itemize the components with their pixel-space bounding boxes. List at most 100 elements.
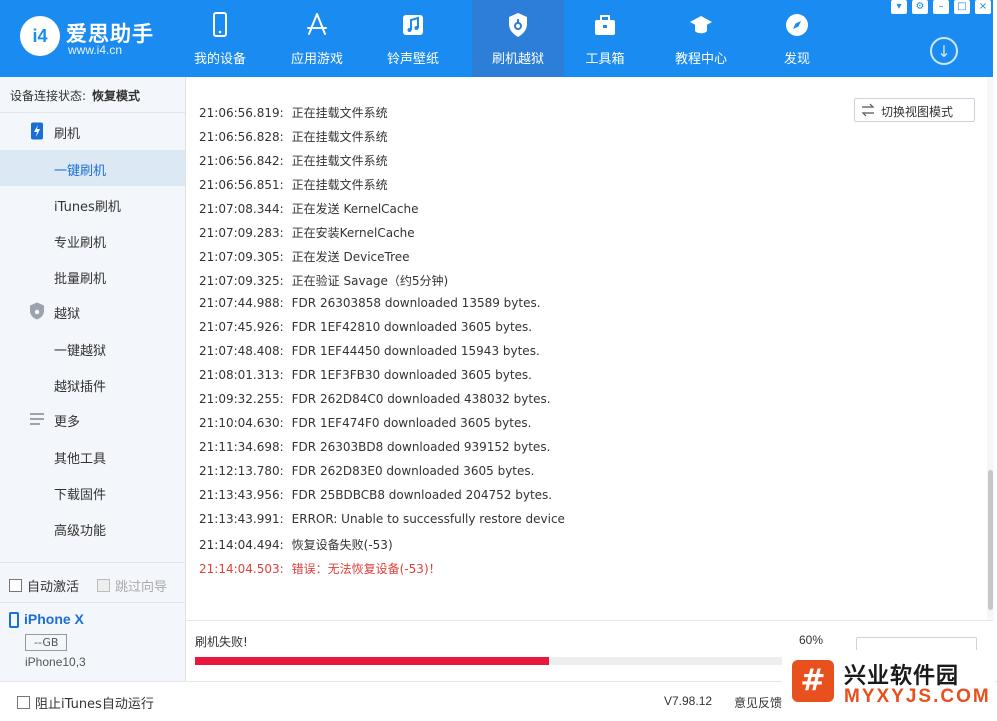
- log-message: 正在发送 DeviceTree: [291, 250, 410, 264]
- log-line: 21:13:43.956: FDR 25BDBCB8 downloaded 204…: [199, 488, 552, 502]
- sidebar-item-label: 批量刷机: [54, 272, 107, 287]
- nav-toolbox[interactable]: 工具箱: [559, 0, 651, 77]
- log-message: FDR 262D84C0 downloaded 438032 bytes.: [291, 392, 551, 406]
- connection-status-value: 恢复模式: [92, 89, 141, 103]
- nav-apps-games[interactable]: 应用游戏: [271, 0, 363, 77]
- group-label: 刷机: [54, 127, 81, 142]
- sidebar-item-advanced[interactable]: 高级功能: [0, 510, 185, 546]
- device-card[interactable]: iPhone X --GB iPhone10,3: [0, 603, 185, 681]
- nav-label: 刷机越狱: [491, 52, 544, 67]
- swap-arrows-icon: [861, 103, 875, 117]
- log-timestamp: 21:09:32.255:: [199, 392, 284, 406]
- maximize-icon[interactable]: □: [954, 0, 970, 14]
- log-line: 21:14:04.503: 错误：无法恢复设备(-53)！: [199, 560, 441, 577]
- checkbox-box: [17, 696, 30, 709]
- feedback-link[interactable]: 意见反馈: [734, 694, 782, 711]
- nav-ringtones-wallpapers[interactable]: 铃声壁纸: [367, 0, 459, 77]
- log-line: 21:11:34.698: FDR 26303BD8 downloaded 939…: [199, 440, 550, 454]
- progress-bar-fill: [195, 657, 549, 665]
- sidebar-item-batch-flash[interactable]: 批量刷机: [0, 258, 185, 294]
- log-message: FDR 1EF44450 downloaded 15943 bytes.: [291, 344, 540, 358]
- log-line: 21:06:56.842: 正在挂载文件系统: [199, 152, 388, 169]
- sidebar-item-one-click-jailbreak[interactable]: 一键越狱: [0, 330, 185, 366]
- flash-phone-icon: [31, 122, 43, 140]
- log-timestamp: 21:13:43.956:: [199, 488, 284, 502]
- progress-bar: [195, 657, 785, 665]
- log-timestamp: 21:07:44.988:: [199, 296, 284, 310]
- skin-icon[interactable]: ▾: [891, 0, 907, 14]
- download-icon[interactable]: ↓: [930, 37, 958, 65]
- log-timestamp: 21:14:04.494:: [199, 538, 284, 552]
- log-line: 21:07:44.988: FDR 26303858 downloaded 135…: [199, 296, 541, 310]
- log-line: 21:08:01.313: FDR 1EF3FB30 downloaded 360…: [199, 368, 532, 382]
- watermark-logo-icon: #: [792, 660, 834, 702]
- logo-icon: i4: [20, 16, 60, 56]
- block-itunes-checkbox[interactable]: 阻止iTunes自动运行: [17, 693, 154, 712]
- sidebar: 设备连接状态: 恢复模式 刷机 一键刷机 iTunes刷机 专业刷机 批量刷机 越…: [0, 77, 186, 681]
- log-message: FDR 26303858 downloaded 13589 bytes.: [291, 296, 541, 310]
- scrollbar-thumb[interactable]: [988, 470, 993, 610]
- watermark: # 兴业软件园 MYXYJS.COM: [782, 650, 994, 718]
- app-url: www.i4.cn: [68, 43, 123, 57]
- skip-guide-checkbox[interactable]: 跳过向导: [97, 576, 167, 595]
- log-message: 错误：无法恢复设备(-53)！: [291, 562, 441, 576]
- log-message: FDR 1EF42810 downloaded 3605 bytes.: [291, 320, 533, 334]
- nav-label: 发现: [783, 52, 810, 67]
- log-timestamp: 21:11:34.698:: [199, 440, 284, 454]
- menu-lines-icon: [30, 413, 44, 425]
- log-message: 正在挂载文件系统: [291, 130, 388, 144]
- log-timestamp: 21:07:48.408:: [199, 344, 284, 358]
- nav-discover[interactable]: 发现: [751, 0, 843, 77]
- sidebar-item-label: 下载固件: [54, 488, 107, 503]
- log-timestamp: 21:08:01.313:: [199, 368, 284, 382]
- log-line: 21:06:56.819: 正在挂载文件系统: [199, 104, 388, 121]
- log-timestamp: 21:07:09.305:: [199, 250, 284, 264]
- connection-status-label: 设备连接状态:: [10, 89, 87, 103]
- nav-label: 工具箱: [585, 52, 625, 67]
- nav-my-device[interactable]: 我的设备: [174, 0, 266, 77]
- log-timestamp: 21:07:45.926:: [199, 320, 284, 334]
- phone-icon: [213, 12, 227, 37]
- device-name: iPhone X: [24, 611, 84, 627]
- minimize-icon[interactable]: –: [933, 0, 949, 14]
- log-timestamp: 21:14:04.503:: [199, 562, 284, 576]
- log-message: 正在发送 KernelCache: [291, 202, 419, 216]
- log-timestamp: 21:07:09.283:: [199, 226, 284, 240]
- log-timestamp: 21:06:56.819:: [199, 106, 284, 120]
- switch-view-mode-button[interactable]: 切换视图模式: [854, 98, 975, 122]
- log-message: FDR 1EF474F0 downloaded 3605 bytes.: [291, 416, 532, 430]
- nav-flash-jailbreak[interactable]: 刷机越狱: [472, 0, 564, 77]
- log-message: 正在挂载文件系统: [291, 154, 388, 168]
- settings-icon[interactable]: ⚙: [912, 0, 928, 14]
- close-icon[interactable]: ×: [975, 0, 991, 14]
- progress-status: 刷机失败!: [195, 635, 248, 649]
- log-message: 正在安装KernelCache: [291, 226, 415, 240]
- sidebar-item-label: 专业刷机: [54, 236, 107, 251]
- log-timestamp: 21:06:56.851:: [199, 178, 284, 192]
- sidebar-item-jailbreak-plugins[interactable]: 越狱插件: [0, 366, 185, 402]
- auto-activate-checkbox[interactable]: 自动激活: [9, 576, 79, 595]
- music-icon: [403, 15, 423, 35]
- log-timestamp: 21:06:56.828:: [199, 130, 284, 144]
- sidebar-item-download-firmware[interactable]: 下载固件: [0, 474, 185, 510]
- switch-view-mode-label: 切换视图模式: [881, 105, 954, 119]
- sidebar-item-other-tools[interactable]: 其他工具: [0, 438, 185, 474]
- log-line: 21:13:43.991: ERROR: Unable to successful…: [199, 512, 565, 526]
- checkbox-box: [9, 579, 22, 592]
- log-message: FDR 25BDBCB8 downloaded 204752 bytes.: [291, 488, 553, 502]
- log-line: 21:07:09.325: 正在验证 Savage（约5分钟): [199, 272, 448, 289]
- log-timestamp: 21:13:43.991:: [199, 512, 284, 526]
- app-logo: i4 爱思助手 www.i4.cn: [20, 16, 180, 60]
- log-line: 21:09:32.255: FDR 262D84C0 downloaded 438…: [199, 392, 551, 406]
- log-line: 21:12:13.780: FDR 262D83E0 downloaded 360…: [199, 464, 534, 478]
- log-line: 21:10:04.630: FDR 1EF474F0 downloaded 360…: [199, 416, 531, 430]
- nav-tutorials[interactable]: 教程中心: [655, 0, 747, 77]
- log-line: 21:07:09.305: 正在发送 DeviceTree: [199, 248, 410, 265]
- log-message: FDR 1EF3FB30 downloaded 3605 bytes.: [291, 368, 532, 382]
- sidebar-item-pro-flash[interactable]: 专业刷机: [0, 222, 185, 258]
- sidebar-item-itunes-flash[interactable]: iTunes刷机: [0, 186, 185, 222]
- log-timestamp: 21:12:13.780:: [199, 464, 284, 478]
- compass-icon: [786, 14, 808, 36]
- sidebar-item-label: 高级功能: [54, 524, 107, 539]
- sidebar-item-one-click-flash[interactable]: 一键刷机: [0, 150, 185, 186]
